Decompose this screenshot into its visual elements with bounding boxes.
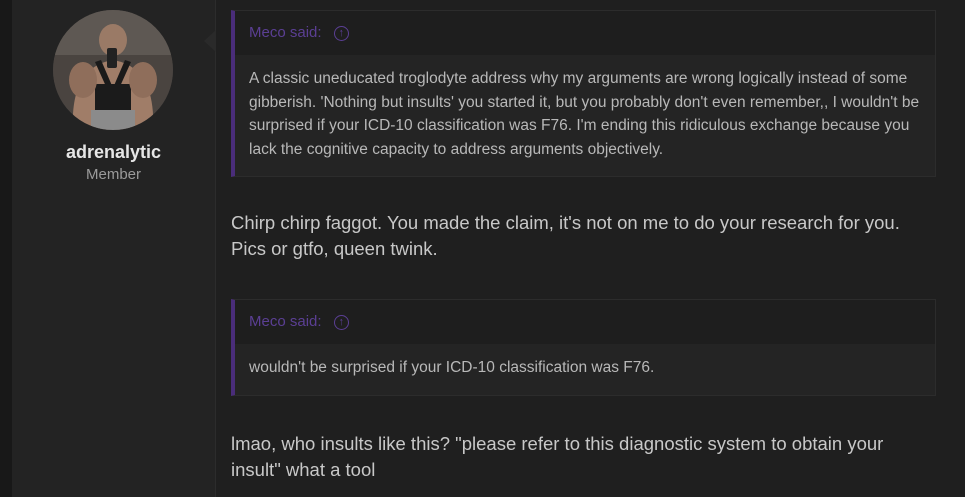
- quote-block: Meco said: ↑ A classic uneducated troglo…: [231, 10, 936, 177]
- quote-author[interactable]: Meco said:: [249, 313, 322, 330]
- quote-block: Meco said: ↑ wouldn't be surprised if yo…: [231, 299, 936, 396]
- user-cell: adrenalytic Member: [12, 0, 216, 497]
- quote-text: A classic uneducated troglodyte address …: [249, 70, 920, 158]
- arrow-up-circle-icon[interactable]: ↑: [333, 25, 349, 41]
- quote-author[interactable]: Meco said:: [249, 24, 322, 41]
- message-arrow: [204, 30, 216, 52]
- username[interactable]: adrenalytic: [12, 142, 215, 163]
- avatar-image: [53, 10, 173, 130]
- user-title: Member: [85, 166, 141, 183]
- quote-text: wouldn't be surprised if your ICD-10 cla…: [249, 359, 655, 376]
- message-text: lmao, who insults like this? "please ref…: [231, 433, 884, 480]
- message-text: Chirp chirp faggot. You made the claim, …: [231, 212, 900, 259]
- post: adrenalytic Member Meco said: ↑ A classi…: [12, 0, 965, 497]
- quote-header[interactable]: Meco said: ↑: [235, 300, 935, 344]
- avatar[interactable]: [53, 10, 173, 130]
- quote-header[interactable]: Meco said: ↑: [235, 11, 935, 55]
- arrow-up-circle-icon[interactable]: ↑: [333, 314, 349, 330]
